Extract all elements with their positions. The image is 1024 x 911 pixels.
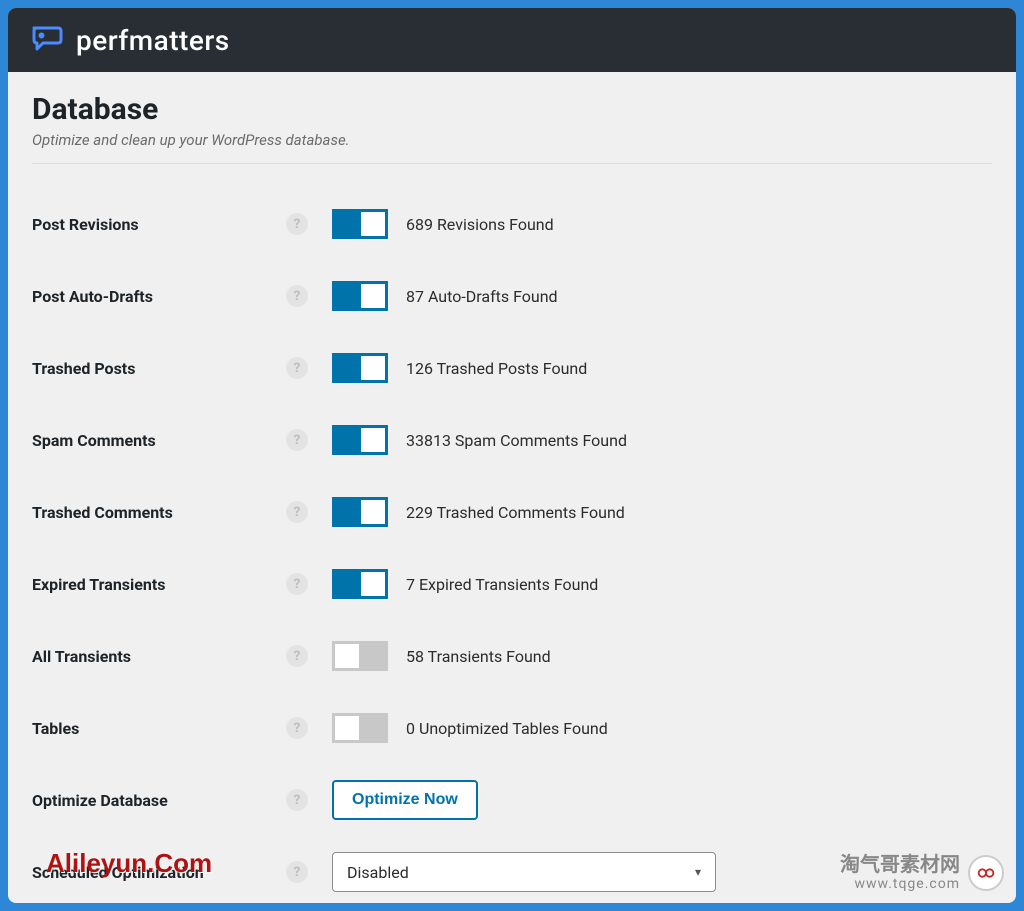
row-trashed-posts: Trashed Posts? 126 Trashed Posts Found [32, 332, 992, 404]
spam-comments-label: Spam Comments [32, 431, 286, 450]
trashed-comments-status: 229 Trashed Comments Found [406, 503, 625, 522]
app-window: perfmatters Database Optimize and clean … [8, 8, 1016, 903]
help-icon[interactable]: ? [286, 429, 308, 451]
toggle-knob [361, 356, 385, 380]
row-optimize-database: Optimize Database ? Optimize Now [32, 764, 992, 836]
post-revisions-status: 689 Revisions Found [406, 215, 554, 234]
post-revisions-label: Post Revisions [32, 215, 286, 234]
tables-status: 0 Unoptimized Tables Found [406, 719, 608, 738]
schedule-selected-value: Disabled [347, 863, 409, 882]
toggle-knob [361, 500, 385, 524]
help-icon[interactable]: ? [286, 573, 308, 595]
post-auto-drafts-status: 87 Auto-Drafts Found [406, 287, 558, 306]
help-icon[interactable]: ? [286, 645, 308, 667]
help-icon[interactable]: ? [286, 861, 308, 883]
all-transients-label: All Transients [32, 647, 286, 666]
help-icon[interactable]: ? [286, 357, 308, 379]
expired-transients-label: Expired Transients [32, 575, 286, 594]
row-post-auto-drafts: Post Auto-Drafts? 87 Auto-Drafts Found [32, 260, 992, 332]
post-auto-drafts-toggle[interactable] [332, 281, 388, 311]
schedule-select[interactable]: Disabled ▾ [332, 852, 716, 892]
app-header: perfmatters [8, 8, 1016, 72]
page-title: Database [32, 92, 992, 127]
all-transients-toggle[interactable] [332, 641, 388, 671]
help-icon[interactable]: ? [286, 285, 308, 307]
expired-transients-toggle[interactable] [332, 569, 388, 599]
help-icon[interactable]: ? [286, 789, 308, 811]
schedule-label: Scheduled Optimization [32, 863, 286, 882]
post-revisions-toggle[interactable] [332, 209, 388, 239]
trashed-comments-toggle[interactable] [332, 497, 388, 527]
row-trashed-comments: Trashed Comments? 229 Trashed Comments Fo… [32, 476, 992, 548]
brand-logo-icon [28, 22, 64, 58]
toggle-knob [335, 644, 359, 668]
expired-transients-status: 7 Expired Transients Found [406, 575, 598, 594]
divider [32, 163, 992, 164]
help-icon[interactable]: ? [286, 213, 308, 235]
row-tables: Tables? 0 Unoptimized Tables Found [32, 692, 992, 764]
toggle-knob [361, 428, 385, 452]
toggle-knob [335, 716, 359, 740]
content-area: Database Optimize and clean up your Word… [8, 72, 1016, 903]
help-icon[interactable]: ? [286, 717, 308, 739]
trashed-posts-toggle[interactable] [332, 353, 388, 383]
tables-label: Tables [32, 719, 286, 738]
page-subtitle: Optimize and clean up your WordPress dat… [32, 131, 992, 149]
tables-toggle[interactable] [332, 713, 388, 743]
trashed-comments-label: Trashed Comments [32, 503, 286, 522]
toggle-knob [361, 284, 385, 308]
row-all-transients: All Transients? 58 Transients Found [32, 620, 992, 692]
help-icon[interactable]: ? [286, 501, 308, 523]
brand-name: perfmatters [76, 24, 230, 57]
all-transients-status: 58 Transients Found [406, 647, 551, 666]
settings-list: Post Revisions? 689 Revisions Found Post A… [32, 188, 992, 764]
trashed-posts-status: 126 Trashed Posts Found [406, 359, 587, 378]
toggle-knob [361, 572, 385, 596]
chevron-down-icon: ▾ [695, 865, 701, 879]
trashed-posts-label: Trashed Posts [32, 359, 286, 378]
optimize-now-button[interactable]: Optimize Now [332, 780, 478, 820]
spam-comments-status: 33813 Spam Comments Found [406, 431, 627, 450]
row-scheduled-optimization: Scheduled Optimization ? Disabled ▾ [32, 836, 992, 903]
toggle-knob [361, 212, 385, 236]
row-expired-transients: Expired Transients? 7 Expired Transients … [32, 548, 992, 620]
optimize-label: Optimize Database [32, 791, 286, 810]
row-spam-comments: Spam Comments? 33813 Spam Comments Found [32, 404, 992, 476]
post-auto-drafts-label: Post Auto-Drafts [32, 287, 286, 306]
spam-comments-toggle[interactable] [332, 425, 388, 455]
row-post-revisions: Post Revisions? 689 Revisions Found [32, 188, 992, 260]
